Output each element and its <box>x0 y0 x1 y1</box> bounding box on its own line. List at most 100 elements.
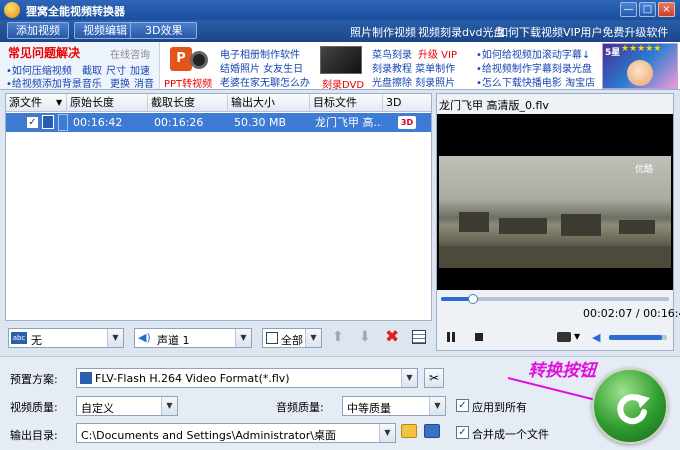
dvd-caption: 刻录DVD <box>322 80 365 91</box>
volume-icon[interactable]: ◀ <box>592 331 600 344</box>
clear-list-icon[interactable] <box>412 330 426 344</box>
burn-tutorial-link[interactable]: 刻录教程 菜单制作 <box>372 60 455 75</box>
ppt-to-video-ad[interactable]: P PPT转视频 <box>164 45 213 90</box>
time-current: 00:02:07 <box>583 307 633 320</box>
game-character-icon <box>627 60 653 86</box>
faq-bgm-link[interactable]: •给视频添加背景音乐 <box>6 75 102 90</box>
dvd-icon <box>320 46 362 74</box>
convert-button[interactable] <box>592 368 668 444</box>
link-download-video[interactable]: 如何下载视频 <box>497 24 563 40</box>
online-consult-link[interactable]: 在线咨询 <box>110 46 150 61</box>
speaker-icon: ◀) <box>138 331 151 344</box>
range-value: 全部 <box>281 334 303 347</box>
file-list-table: 源文件 ▼ 原始长度 截取长度 输出大小 目标文件 3D ✓ 00:16:42 … <box>5 93 432 321</box>
cell-target-file[interactable]: 龙门飞甲 高... <box>312 113 382 132</box>
video-scene-building <box>619 220 655 234</box>
faq-title: 常见问题解决 <box>8 46 81 60</box>
video-screen[interactable]: 优酷 <box>437 114 673 290</box>
help-scroll-subtitle-link[interactable]: •如何给视频加滚动字幕↓ <box>476 46 590 61</box>
burn-beginner-link[interactable]: 菜鸟刻录 <box>372 46 412 61</box>
chevron-down-icon[interactable]: ▼ <box>305 329 321 347</box>
row-checkbox[interactable]: ✓ <box>26 116 39 129</box>
link-burn-dvd[interactable]: 视频刻录dvd光盘 <box>418 24 504 40</box>
game-badge: 5星 <box>605 48 621 58</box>
video-quality-value: 自定义 <box>81 402 114 415</box>
audio-track-select[interactable]: ◀) 声道 1 ▼ <box>134 328 252 348</box>
3d-icon[interactable]: 3D <box>398 116 416 129</box>
col-3d[interactable]: 3D <box>383 94 431 112</box>
faq-replace-link[interactable]: 更换 <box>110 75 130 90</box>
snapshot-camera-icon[interactable] <box>557 332 571 342</box>
add-video-button[interactable]: 添加视频 <box>7 22 69 39</box>
seek-handle[interactable] <box>467 294 478 304</box>
preset-select[interactable]: FLV-Flash H.264 Video Format(*.flv) ▼ <box>76 368 418 388</box>
table-row[interactable]: ✓ 00:16:42 00:16:26 50.30 MB 龙门飞甲 高... 3… <box>6 113 431 132</box>
ppt-caption: PPT转视频 <box>164 79 213 90</box>
burn-vip-link[interactable]: 升级 VIP <box>418 46 457 61</box>
thumbnail-icon <box>58 114 68 131</box>
merge-checkbox[interactable]: ✓ <box>456 426 469 439</box>
chevron-down-icon[interactable]: ▼ <box>161 397 177 415</box>
chevron-down-icon[interactable]: ▼ <box>379 424 395 442</box>
range-select[interactable]: 全部 ▼ <box>262 328 322 348</box>
video-quality-label: 视频质量: <box>10 401 58 414</box>
audio-quality-select[interactable]: 中等质量 ▼ <box>342 396 446 416</box>
album-software-link[interactable]: 电子相册制作软件 <box>220 46 300 61</box>
3d-effect-button[interactable]: 3D效果 <box>130 22 198 39</box>
game-ad-image[interactable]: 5星 ★★★★★ <box>602 43 678 89</box>
video-quality-select[interactable]: 自定义 ▼ <box>76 396 178 416</box>
open-folder-icon[interactable] <box>424 424 440 438</box>
chevron-down-icon[interactable]: ▼ <box>401 369 417 387</box>
help-subtitle-burn-link[interactable]: •给视频制作字幕刻录光盘 <box>476 60 592 75</box>
edit-video-button[interactable]: 视频编辑 <box>74 22 136 39</box>
move-up-icon[interactable]: ⬆ <box>332 329 344 345</box>
col-output-size[interactable]: 输出大小 <box>228 94 310 112</box>
chevron-down-icon[interactable]: ▼ <box>429 397 445 415</box>
video-frame: 优酷 <box>439 156 671 268</box>
help-download-link[interactable]: •怎么下载快播电影 淘宝店 <box>476 74 595 89</box>
pause-icon[interactable] <box>447 332 455 342</box>
sort-arrow-icon[interactable]: ▼ <box>56 98 62 107</box>
album-wife-link[interactable]: 老婆在家无聊怎么办 <box>220 74 310 89</box>
subtitle-value: 无 <box>31 334 42 347</box>
link-vip-upgrade[interactable]: VIP用户免费升级软件 <box>563 24 668 40</box>
audio-track-value: 声道 1 <box>157 334 190 347</box>
album-wedding-link[interactable]: 结婚照片 女友生日 <box>220 60 303 75</box>
close-button[interactable]: × <box>658 2 675 17</box>
time-separator: / <box>632 307 644 320</box>
video-scene-building <box>459 212 489 232</box>
ppt-icon: P <box>170 47 192 71</box>
dvd-burn-ad[interactable]: 刻录DVD <box>316 44 366 91</box>
chevron-down-icon[interactable]: ▼ <box>107 329 123 347</box>
preset-value: FLV-Flash H.264 Video Format(*.flv) <box>95 372 290 385</box>
cell-output-size: 50.30 MB <box>234 116 287 129</box>
move-down-icon[interactable]: ⬇ <box>359 329 371 345</box>
ad-banner: 常见问题解决 在线咨询 •如何压缩视频 截取 尺寸 加速 •给视频添加背景音乐 … <box>0 42 680 91</box>
faq-mute-link[interactable]: 消音 <box>134 75 154 90</box>
col-target-file[interactable]: 目标文件 <box>310 94 383 112</box>
cell-original-length: 00:16:42 <box>73 116 123 129</box>
stop-icon[interactable] <box>475 333 483 341</box>
volume-fill <box>609 335 663 340</box>
apply-all-checkbox[interactable]: ✓ <box>456 399 469 412</box>
col-clip-length[interactable]: 截取长度 <box>148 94 228 112</box>
snapshot-dropdown-icon[interactable]: ▼ <box>574 332 580 341</box>
seek-bar[interactable] <box>441 294 669 304</box>
subtitle-select[interactable]: abc 无 ▼ <box>8 328 124 348</box>
film-icon <box>42 115 54 129</box>
burn-erase-link[interactable]: 光盘擦除 刻录照片 <box>372 74 455 89</box>
delete-icon[interactable]: ✖ <box>385 327 399 347</box>
chevron-down-icon[interactable]: ▼ <box>235 329 251 347</box>
subtitle-icon: abc <box>11 332 27 344</box>
range-icon <box>266 332 278 344</box>
maximize-button[interactable]: □ <box>639 2 656 17</box>
output-dir-select[interactable]: C:\Documents and Settings\Administrator\… <box>76 423 396 443</box>
settings-tools-icon[interactable]: ✂ <box>424 368 444 388</box>
link-photo-video[interactable]: 照片制作视频 <box>350 24 416 40</box>
browse-folder-icon[interactable] <box>401 424 417 438</box>
volume-slider[interactable] <box>609 335 667 340</box>
minimize-button[interactable]: — <box>620 2 637 17</box>
app-logo-icon <box>4 2 20 18</box>
col-original-length[interactable]: 原始长度 <box>67 94 148 112</box>
video-watermark: 优酷 <box>635 165 654 175</box>
